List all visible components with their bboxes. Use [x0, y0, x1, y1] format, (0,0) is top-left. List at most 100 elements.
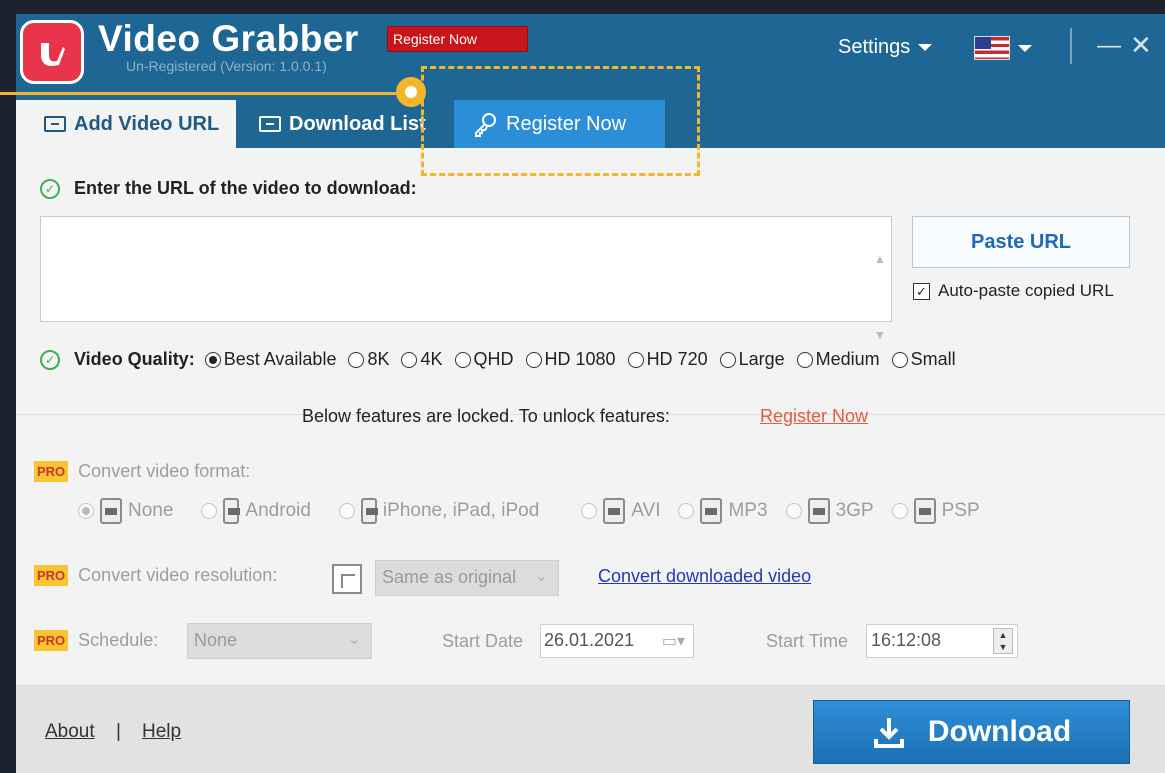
radio[interactable]	[525, 351, 542, 368]
url-input[interactable]: ▲ ▼	[40, 216, 892, 342]
download-icon	[873, 718, 904, 748]
resolution-select-value: Same as original	[382, 567, 517, 587]
format-option-3gp[interactable]: 3GP	[785, 498, 874, 524]
avi-file-icon	[603, 498, 626, 524]
start-time-label: Start Time	[766, 631, 849, 651]
convert-format-heading: PRO Convert video format:	[34, 461, 250, 482]
help-link[interactable]: Help	[142, 721, 181, 743]
format-option-none[interactable]: None	[78, 498, 173, 524]
format-label: MP3	[728, 500, 768, 521]
radio[interactable]	[348, 351, 365, 368]
radio[interactable]	[338, 503, 355, 519]
radio[interactable]	[891, 351, 908, 368]
convert-format-label: Convert video format:	[78, 461, 251, 481]
tab-add-video-url[interactable]: Add Video URL	[16, 100, 236, 148]
auto-paste-label: Auto-paste copied URL	[938, 281, 1114, 300]
download-label: Download	[927, 715, 1072, 748]
iphone-icon	[360, 498, 378, 524]
minimize-button[interactable]: —	[1097, 32, 1121, 60]
header-divider	[1070, 28, 1072, 64]
app-title: Video Grabber	[98, 18, 359, 59]
settings-menu[interactable]: Settings	[838, 36, 933, 59]
quality-option-label: Medium	[815, 349, 880, 369]
radio[interactable]	[796, 351, 813, 368]
quality-label: Video Quality:	[74, 349, 195, 369]
format-option-psp[interactable]: PSP	[891, 498, 980, 524]
download-button[interactable]: Download	[813, 700, 1130, 764]
quality-option-hd720[interactable]: HD 720	[627, 349, 708, 370]
radio[interactable]	[401, 351, 418, 368]
radio[interactable]	[891, 503, 908, 519]
quality-option-best[interactable]: Best Available	[204, 349, 337, 370]
video-quality-row: ✓ Video Quality: Best Available 8K 4K QH…	[40, 349, 962, 370]
auto-paste-option[interactable]: ✓ Auto-paste copied URL	[913, 281, 1114, 301]
quality-option-label: QHD	[473, 349, 514, 369]
format-label: AVI	[631, 500, 661, 521]
about-link[interactable]: About	[45, 721, 95, 743]
radio[interactable]	[719, 351, 736, 368]
format-option-android[interactable]: Android	[201, 498, 311, 524]
tab-label: Add Video URL	[74, 112, 220, 135]
close-button[interactable]: ✕	[1130, 30, 1152, 61]
radio[interactable]	[454, 351, 471, 368]
quality-option-8k[interactable]: 8K	[348, 349, 389, 370]
resolution-icon	[332, 564, 362, 594]
quality-option-label: 4K	[420, 349, 443, 369]
android-phone-icon	[223, 498, 241, 524]
format-option-avi[interactable]: AVI	[581, 498, 660, 524]
format-label: 3GP	[835, 500, 874, 521]
schedule-select[interactable]: None ⌄	[187, 623, 372, 659]
format-label: Android	[245, 500, 311, 521]
auto-paste-checkbox[interactable]: ✓	[913, 282, 930, 300]
format-option-iphone[interactable]: iPhone, iPad, iPod	[338, 498, 539, 524]
schedule-heading: PRO Schedule:	[34, 630, 158, 651]
add-video-icon	[44, 116, 66, 132]
start-date-input[interactable]: 26.01.2021 ▭▾	[540, 624, 694, 658]
resolution-select[interactable]: Same as original ⌄	[375, 560, 559, 596]
start-date-label: Start Date	[442, 631, 524, 651]
pro-badge: PRO	[34, 461, 69, 482]
url-label: Enter the URL of the video to download:	[74, 178, 417, 198]
language-menu[interactable]	[974, 36, 1032, 60]
start-date-value: 26.01.2021	[544, 630, 635, 650]
calendar-icon[interactable]: ▭▾	[662, 631, 685, 651]
radio[interactable]	[785, 503, 802, 519]
schedule-select-value: None	[194, 630, 238, 650]
radio[interactable]	[581, 503, 598, 519]
radio-selected[interactable]	[78, 503, 94, 519]
convert-downloaded-video-link[interactable]: Convert downloaded video	[598, 566, 811, 587]
time-spinner[interactable]: ▲ ▼	[993, 628, 1013, 654]
quality-option-label: HD 720	[646, 349, 708, 369]
radio[interactable]	[627, 351, 644, 368]
quality-option-label: Best Available	[223, 349, 337, 369]
tab-label: Download List	[289, 112, 426, 135]
callout-highlight-box	[421, 66, 700, 176]
format-options: None Android iPhone, iPad, iPod AVI MP3 …	[78, 498, 980, 524]
quality-option-qhd[interactable]: QHD	[454, 349, 514, 370]
radio[interactable]	[678, 503, 695, 519]
radio-selected[interactable]	[204, 351, 221, 368]
format-option-mp3[interactable]: MP3	[678, 498, 768, 524]
paste-url-button[interactable]: Paste URL	[912, 216, 1130, 268]
quality-option-hd1080[interactable]: HD 1080	[525, 349, 616, 370]
schedule-label: Schedule:	[78, 630, 159, 650]
register-badge-button[interactable]: Register Now	[387, 26, 528, 52]
quality-option-label: Large	[738, 349, 785, 369]
format-label: None	[128, 500, 174, 521]
us-flag-icon	[974, 36, 1010, 60]
chevron-down-icon: ⌄	[534, 568, 548, 585]
chevron-down-icon	[918, 44, 933, 51]
quality-option-small[interactable]: Small	[891, 349, 956, 370]
quality-option-large[interactable]: Large	[719, 349, 785, 370]
format-label: PSP	[941, 500, 980, 521]
quality-option-medium[interactable]: Medium	[796, 349, 880, 370]
check-circle-icon: ✓	[40, 349, 60, 370]
quality-option-label: 8K	[367, 349, 390, 369]
download-list-icon	[259, 116, 281, 132]
psp-file-icon	[913, 498, 936, 524]
quality-option-4k[interactable]: 4K	[401, 349, 443, 370]
start-time-input[interactable]: 16:12:08 ▲ ▼	[866, 624, 1018, 658]
quality-option-label: Small	[910, 349, 956, 369]
radio[interactable]	[201, 503, 218, 519]
register-now-link[interactable]: Register Now	[760, 406, 868, 427]
